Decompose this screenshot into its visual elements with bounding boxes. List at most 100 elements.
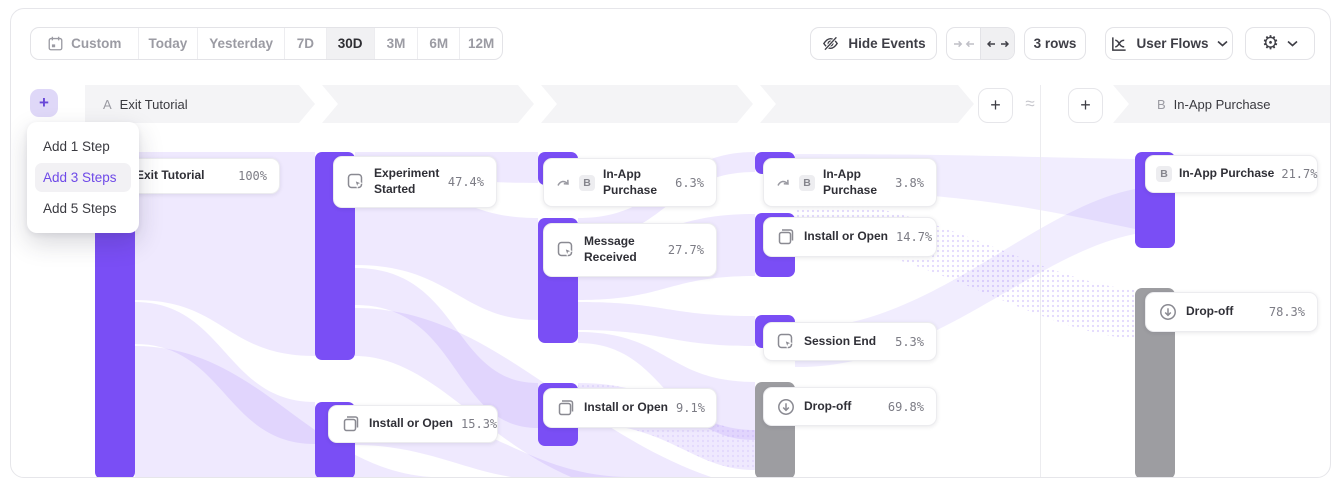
add-step-menu: Add 1 Step Add 3 Steps Add 5 Steps bbox=[27, 122, 139, 233]
flow-node-install-or-open[interactable]: Install or Open 14.7% bbox=[763, 217, 937, 257]
node-percent: 9.1% bbox=[676, 401, 705, 415]
node-title: Drop-off bbox=[804, 399, 851, 415]
flow-node-in-app-purchase-b[interactable]: B In-App Purchase 21.7% bbox=[1145, 155, 1318, 193]
step-letter: B bbox=[1157, 97, 1166, 112]
date-range-label: 6M bbox=[429, 36, 448, 51]
flows-report-panel: Custom Today Yesterday 7D 30D 3M 6M 12M … bbox=[10, 8, 1331, 478]
event-icon bbox=[776, 332, 796, 352]
menu-item-add-3-steps[interactable]: Add 3 Steps bbox=[35, 163, 131, 192]
settings-button[interactable]: ⚙ bbox=[1245, 27, 1315, 60]
node-percent: 100% bbox=[238, 169, 267, 183]
section-divider bbox=[1040, 85, 1041, 477]
date-range-30d[interactable]: 30D bbox=[327, 28, 375, 59]
dropoff-icon bbox=[776, 397, 796, 417]
step-b-header-band[interactable]: B In-App Purchase bbox=[1113, 85, 1330, 123]
date-range-label: Yesterday bbox=[209, 36, 273, 51]
flow-node-session-end[interactable]: Session End 5.3% bbox=[763, 322, 937, 361]
node-percent: 15.3% bbox=[461, 417, 497, 431]
jump-arrow-icon bbox=[776, 175, 791, 190]
step-band[interactable] bbox=[760, 85, 974, 123]
flow-node-install-or-open[interactable]: Install or Open 15.3% bbox=[328, 405, 498, 443]
view-selector-button[interactable]: User Flows bbox=[1105, 27, 1233, 60]
calendar-icon bbox=[47, 35, 64, 52]
flow-node-experiment-started[interactable]: Experiment Started 47.4% bbox=[333, 156, 497, 208]
date-range-yesterday[interactable]: Yesterday bbox=[198, 28, 285, 59]
date-range-6m[interactable]: 6M bbox=[418, 28, 460, 59]
node-title: In-App Purchase bbox=[603, 167, 667, 198]
date-range-today[interactable]: Today bbox=[139, 28, 199, 59]
anchor-b-badge: B bbox=[579, 175, 595, 191]
node-title: Exit Tutorial bbox=[136, 168, 204, 184]
flow-node-in-app-purchase[interactable]: B In-App Purchase 3.8% bbox=[763, 158, 937, 207]
arrows-inward-icon bbox=[953, 38, 975, 50]
gear-icon: ⚙ bbox=[1262, 34, 1279, 53]
node-percent: 78.3% bbox=[1269, 305, 1305, 319]
node-title: In-App Purchase bbox=[1179, 166, 1274, 182]
date-range-group: Custom Today Yesterday 7D 30D 3M 6M 12M bbox=[30, 27, 503, 60]
add-step-b-button[interactable]: + bbox=[1068, 88, 1103, 123]
step-band[interactable] bbox=[541, 85, 753, 123]
node-percent: 69.8% bbox=[888, 400, 924, 414]
node-title: Session End bbox=[804, 334, 876, 350]
flow-node-drop-off[interactable]: Drop-off 78.3% bbox=[1145, 292, 1318, 332]
step-title: Exit Tutorial bbox=[120, 97, 188, 112]
flow-node-message-received[interactable]: Message Received 27.7% bbox=[543, 223, 717, 277]
approx-icon: ≈ bbox=[1016, 94, 1044, 114]
node-title: Message Received bbox=[584, 234, 660, 265]
chevron-down-icon bbox=[1217, 40, 1228, 47]
step-letter: A bbox=[103, 97, 112, 112]
install-icon bbox=[556, 398, 576, 418]
date-range-label: Today bbox=[149, 36, 188, 51]
hide-events-label: Hide Events bbox=[848, 36, 925, 51]
install-icon bbox=[341, 414, 361, 434]
jump-arrow-icon bbox=[556, 175, 571, 190]
menu-item-add-1-step[interactable]: Add 1 Step bbox=[35, 132, 131, 161]
node-title: Experiment Started bbox=[374, 166, 440, 197]
step-title: In-App Purchase bbox=[1174, 97, 1271, 112]
step-a-header-band[interactable]: A Exit Tutorial bbox=[85, 85, 315, 123]
flow-node-install-or-open[interactable]: Install or Open 9.1% bbox=[543, 388, 717, 428]
date-range-label: 7D bbox=[297, 36, 314, 51]
expand-columns-button[interactable] bbox=[980, 28, 1014, 59]
collapse-columns-button[interactable] bbox=[947, 28, 980, 59]
date-range-7d[interactable]: 7D bbox=[285, 28, 327, 59]
node-percent: 5.3% bbox=[895, 335, 924, 349]
hide-events-button[interactable]: Hide Events bbox=[810, 27, 937, 60]
dropoff-icon bbox=[1158, 302, 1178, 322]
flow-node-in-app-purchase[interactable]: B In-App Purchase 6.3% bbox=[543, 158, 717, 207]
install-icon bbox=[776, 227, 796, 247]
date-range-label: 12M bbox=[468, 36, 494, 51]
add-step-menu-button[interactable]: + bbox=[30, 89, 58, 117]
rows-button[interactable]: 3 rows bbox=[1024, 27, 1086, 60]
node-percent: 27.7% bbox=[668, 243, 704, 257]
eye-off-icon bbox=[821, 34, 840, 53]
plus-icon: + bbox=[990, 95, 1001, 116]
step-band[interactable] bbox=[322, 85, 534, 123]
date-range-label: Custom bbox=[71, 36, 121, 51]
plus-icon: + bbox=[39, 93, 49, 113]
node-percent: 6.3% bbox=[675, 176, 704, 190]
event-icon bbox=[346, 172, 366, 192]
flows-chart-icon bbox=[1110, 35, 1128, 53]
menu-item-add-5-steps[interactable]: Add 5 Steps bbox=[35, 194, 131, 223]
add-step-a-button[interactable]: + bbox=[978, 88, 1013, 123]
node-title: Install or Open bbox=[369, 416, 453, 432]
view-selector-label: User Flows bbox=[1136, 36, 1208, 51]
node-percent: 3.8% bbox=[895, 176, 924, 190]
date-range-label: 30D bbox=[338, 36, 363, 51]
anchor-b-badge: B bbox=[799, 175, 815, 191]
date-range-3m[interactable]: 3M bbox=[375, 28, 419, 59]
date-range-custom[interactable]: Custom bbox=[31, 28, 139, 59]
anchor-b-badge: B bbox=[1156, 166, 1172, 182]
event-icon bbox=[556, 240, 576, 260]
plus-icon: + bbox=[1080, 95, 1091, 116]
node-title: Drop-off bbox=[1186, 304, 1233, 320]
flow-node-exit-tutorial[interactable]: Exit Tutorial 100% bbox=[123, 158, 280, 194]
node-title: Install or Open bbox=[584, 400, 668, 416]
flow-node-drop-off[interactable]: Drop-off 69.8% bbox=[763, 387, 937, 426]
arrows-outward-icon bbox=[987, 38, 1009, 50]
node-percent: 21.7% bbox=[1281, 167, 1317, 181]
date-range-12m[interactable]: 12M bbox=[460, 28, 502, 59]
date-range-label: 3M bbox=[387, 36, 406, 51]
chevron-down-icon bbox=[1287, 40, 1298, 47]
